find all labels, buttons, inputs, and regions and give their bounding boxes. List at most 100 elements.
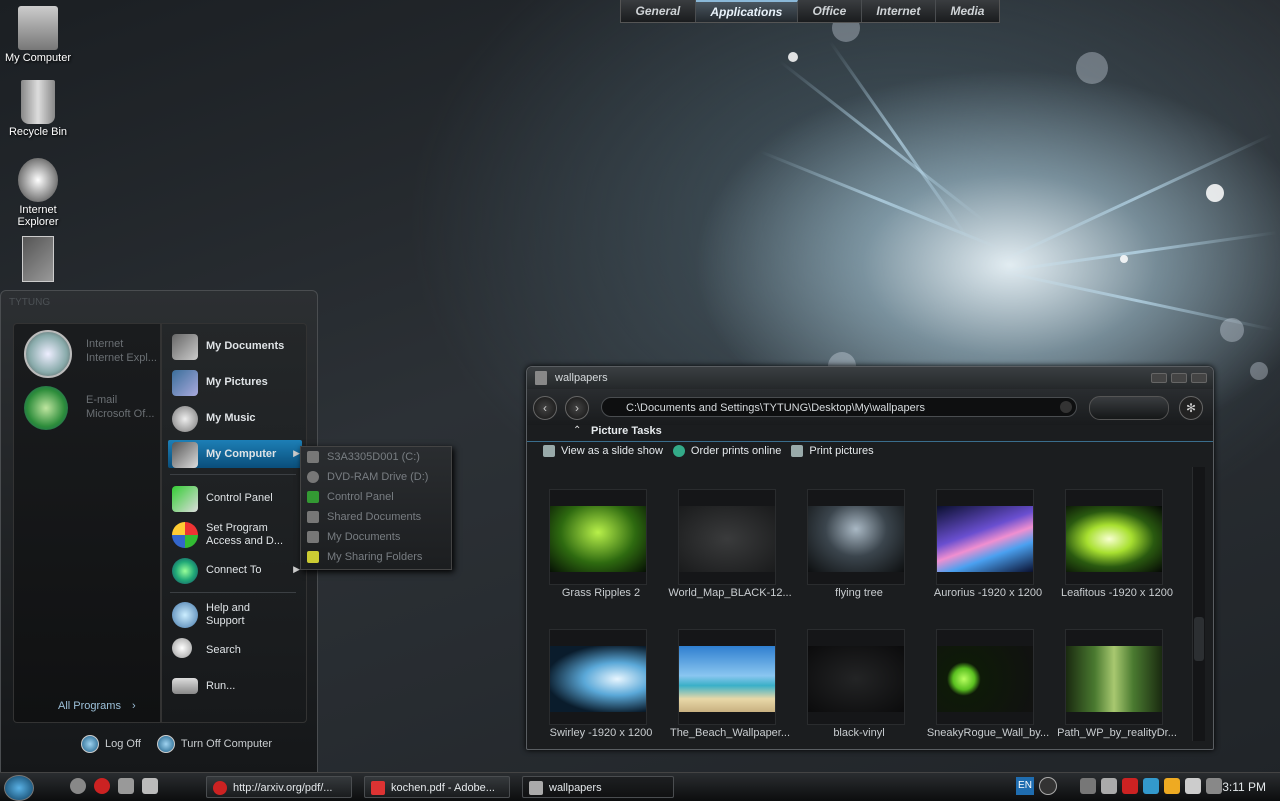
quick-launch-icon[interactable] (118, 778, 134, 794)
taskbar-button-browser[interactable]: http://arxiv.org/pdf/... (206, 776, 352, 798)
thumbnail-caption: Aurorius -1920 x 1200 (933, 587, 1043, 599)
add-icon[interactable] (1039, 777, 1057, 795)
task-label: View as a slide show (561, 445, 663, 457)
minimize-button[interactable] (1151, 373, 1167, 383)
my-computer-submenu: S3A3305D001 (C:) DVD-RAM Drive (D:) Cont… (300, 446, 452, 570)
thumbnail-item[interactable]: Swirley -1920 x 1200 (539, 625, 663, 755)
tray-app-icon[interactable] (1143, 778, 1159, 794)
thumbnail-item[interactable]: Aurorius -1920 x 1200 (926, 485, 1050, 615)
start-item-my-documents[interactable]: My Documents (168, 332, 302, 360)
thumbnail-frame (1065, 489, 1163, 585)
thumbnail-caption: flying tree (835, 587, 883, 599)
taskbar-button-pdf[interactable]: kochen.pdf - Adobe... (364, 776, 510, 798)
pinned-item-internet[interactable]: Internet Internet Expl... (24, 328, 157, 378)
forward-button[interactable]: › (565, 396, 589, 420)
close-button[interactable] (1191, 373, 1207, 383)
thumbnail-item[interactable]: Leafitous -1920 x 1200 (1055, 485, 1179, 615)
submenu-item-local-disk[interactable]: S3A3305D001 (C:) (301, 447, 451, 467)
tab-internet[interactable]: Internet (862, 0, 936, 22)
clock[interactable]: 3:11 PM (1222, 780, 1266, 794)
thumbnail-frame (936, 629, 1034, 725)
sharing-folder-icon (307, 551, 319, 563)
submenu-item-control-panel[interactable]: Control Panel (301, 487, 451, 507)
submenu-item-dvd-drive[interactable]: DVD-RAM Drive (D:) (301, 467, 451, 487)
task-order-prints[interactable]: Order prints online (672, 445, 782, 457)
all-programs-button[interactable]: All Programs › (58, 700, 136, 712)
thumbnail-frame (549, 629, 647, 725)
thumbnail-item[interactable]: flying tree (797, 485, 921, 615)
task-slide-show[interactable]: View as a slide show (543, 445, 663, 457)
gear-icon[interactable]: ✻ (1179, 396, 1203, 420)
volume-icon[interactable] (1080, 778, 1096, 794)
start-item-connect-to[interactable]: Connect To ▶ (168, 556, 302, 584)
thumbnail-item[interactable]: Grass Ripples 2 (539, 485, 663, 615)
address-bar[interactable]: C:\Documents and Settings\TYTUNG\Desktop… (601, 397, 1077, 417)
opera-icon[interactable] (94, 778, 110, 794)
thumbnail-frame (936, 489, 1034, 585)
back-button[interactable]: ‹ (533, 396, 557, 420)
language-indicator[interactable]: EN (1016, 777, 1034, 795)
taskbar-button-wallpapers[interactable]: wallpapers (522, 776, 674, 798)
log-off-icon (81, 735, 99, 753)
maximize-button[interactable] (1171, 373, 1187, 383)
submenu-item-shared-documents[interactable]: Shared Documents (301, 507, 451, 527)
opera-icon (213, 781, 227, 795)
tab-applications[interactable]: Applications (695, 0, 798, 22)
desktop-icon-recycle-bin[interactable]: Recycle Bin (0, 80, 76, 138)
tray-app-icon[interactable] (1206, 778, 1222, 794)
submenu-item-my-documents[interactable]: My Documents (301, 527, 451, 547)
picture-tasks-header[interactable]: ⌃ Picture Tasks (527, 425, 1213, 442)
vertical-scrollbar[interactable] (1192, 467, 1205, 741)
thumbnail-frame (1065, 629, 1163, 725)
desktop-icon-internet-explorer[interactable]: Internet Explorer (0, 158, 76, 228)
start-item-control-panel[interactable]: Control Panel (168, 484, 302, 512)
help-icon (172, 602, 198, 628)
thumbnail-item[interactable]: The_Beach_Wallpaper... (668, 625, 792, 755)
thumbnail-frame (549, 489, 647, 585)
start-menu-pinned-panel: Internet Internet Expl... E-mail Microso… (13, 323, 161, 723)
thumbnail-item[interactable]: black-vinyl (797, 625, 921, 755)
email-icon (24, 386, 68, 430)
tab-media[interactable]: Media (936, 0, 999, 22)
start-item-set-program-access[interactable]: Set Program Access and D... (168, 520, 302, 548)
log-off-button[interactable]: Log Off (81, 735, 141, 753)
thumbnail-caption: World_Map_BLACK-12... (668, 587, 792, 599)
start-item-my-pictures[interactable]: My Pictures (168, 368, 302, 396)
address-dropdown-button[interactable] (1060, 401, 1072, 413)
thumbnail-item[interactable]: SneakyRogue_Wall_by... (926, 625, 1050, 755)
desktop-icon-my-computer[interactable]: My Computer (0, 6, 76, 64)
thumbnail-image (937, 506, 1033, 572)
recycle-bin-icon (21, 80, 55, 124)
start-item-search[interactable]: Search (168, 636, 302, 664)
task-label: Order prints online (690, 445, 782, 457)
thumbnail-item[interactable]: World_Map_BLACK-12... (668, 485, 792, 615)
printer-icon (791, 445, 804, 457)
thumbnail-caption: The_Beach_Wallpaper... (669, 727, 791, 739)
tray-app-icon[interactable] (1185, 778, 1201, 794)
start-item-my-music[interactable]: My Music (168, 404, 302, 432)
scrollbar-thumb[interactable] (1194, 617, 1204, 661)
start-item-run[interactable]: Run... (168, 672, 302, 700)
start-item-help-support[interactable]: Help and Support (168, 600, 302, 628)
quick-launch-icon[interactable] (70, 778, 86, 794)
thumbnail-item[interactable]: Path_WP_by_realityDr... (1055, 625, 1179, 755)
show-desktop-icon[interactable] (142, 778, 158, 794)
pinned-item-email[interactable]: E-mail Microsoft Of... (24, 384, 154, 432)
thumbnail-caption: black-vinyl (833, 727, 885, 739)
turn-off-button[interactable]: Turn Off Computer (156, 735, 272, 753)
tray-app-icon[interactable] (1164, 778, 1180, 794)
window-titlebar[interactable]: wallpapers (527, 367, 1213, 389)
network-icon[interactable] (1101, 778, 1117, 794)
desktop-icon-label: My Computer (4, 52, 72, 64)
start-menu-power-bar: Log Off Turn Off Computer (81, 735, 272, 753)
views-button[interactable] (1089, 396, 1169, 420)
task-print-pictures[interactable]: Print pictures (791, 445, 874, 457)
desktop-icon-unnamed[interactable] (0, 236, 76, 284)
start-item-label: My Music (206, 412, 256, 424)
antivirus-icon[interactable] (1122, 778, 1138, 794)
start-item-my-computer[interactable]: My Computer ▶ (168, 440, 302, 468)
tab-office[interactable]: Office (798, 0, 862, 22)
submenu-item-my-sharing-folders[interactable]: My Sharing Folders (301, 547, 451, 567)
start-button[interactable] (4, 775, 34, 801)
tab-general[interactable]: General (621, 0, 696, 22)
